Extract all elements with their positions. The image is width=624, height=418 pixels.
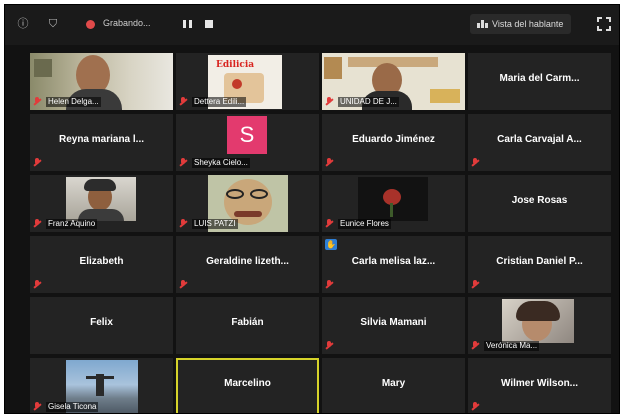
speaker-view-label: Vista del hablante xyxy=(492,19,564,29)
recording-label: Grabando... xyxy=(103,18,151,28)
participant-name: Verónica Ma... xyxy=(484,340,540,351)
participant-name: Maria del Carm... xyxy=(499,73,580,84)
fullscreen-icon[interactable] xyxy=(597,17,611,31)
stop-recording-button[interactable] xyxy=(205,20,213,28)
avatar: S xyxy=(212,116,282,154)
participant-name: Geraldine lizeth... xyxy=(206,256,289,267)
security-shield-icon[interactable]: ⛉ xyxy=(45,16,61,32)
participant-name: LUIS PATZI xyxy=(192,218,238,229)
participant-tile[interactable]: S Sheyka Cielo... xyxy=(176,114,319,171)
participant-name: UNIDAD DE J... xyxy=(338,96,399,107)
muted-mic-icon xyxy=(325,158,335,167)
participant-tile[interactable]: Edilicia Dettera Edili... xyxy=(176,53,319,110)
participant-name: Cristian Daniel P... xyxy=(496,256,583,267)
participant-video xyxy=(502,299,574,343)
participant-tile[interactable]: Helen Delga... xyxy=(30,53,173,110)
muted-mic-icon xyxy=(179,280,189,289)
speaker-view-button[interactable]: Vista del hablante xyxy=(470,14,572,34)
participant-name: Eduardo Jiménez xyxy=(352,134,435,145)
participant-tile[interactable]: Elizabeth xyxy=(30,236,173,293)
muted-mic-icon xyxy=(33,280,43,289)
muted-mic-icon xyxy=(33,219,43,228)
logo-text: Edilicia xyxy=(216,60,255,70)
participant-tile[interactable]: LUIS PATZI xyxy=(176,175,319,232)
participant-name: Reyna mariana l... xyxy=(58,134,145,145)
raised-hand-icon: ✋ xyxy=(325,239,337,250)
participant-name: Eunice Flores xyxy=(338,218,391,229)
participant-name: Dettera Edili... xyxy=(192,96,247,107)
muted-mic-icon xyxy=(471,280,481,289)
participant-tile[interactable]: Carla Carvajal A... xyxy=(468,114,611,171)
participant-name: Carla melisa laz... xyxy=(351,256,436,267)
participant-name: Wilmer Wilson... xyxy=(500,378,579,389)
participant-name: Mary xyxy=(381,378,406,389)
recording-icon xyxy=(86,20,95,29)
participant-name: Fabián xyxy=(231,317,264,328)
participant-tile[interactable]: Gisela Ticona xyxy=(30,358,173,413)
participant-tile[interactable]: Eduardo Jiménez xyxy=(322,114,465,171)
participant-name: Helen Delga... xyxy=(46,96,101,107)
participant-tile[interactable]: Geraldine lizeth... xyxy=(176,236,319,293)
muted-mic-icon xyxy=(325,97,335,106)
participant-video xyxy=(358,177,428,221)
participant-tile[interactable]: Silvia Mamani xyxy=(322,297,465,354)
participant-name: Marcelino xyxy=(224,378,271,389)
participant-tile[interactable]: Felix xyxy=(30,297,173,354)
participant-tile[interactable]: Jose Rosas xyxy=(468,175,611,232)
muted-mic-icon xyxy=(33,97,43,106)
participant-name: Silvia Mamani xyxy=(360,317,427,328)
participant-tile[interactable]: ✋ Carla melisa laz... xyxy=(322,236,465,293)
muted-mic-icon xyxy=(179,158,189,167)
participant-video xyxy=(66,177,136,221)
meeting-window: ⓘ ⛉ Grabando... Vista del hablante Helen… xyxy=(4,4,620,414)
speaker-view-icon xyxy=(477,20,488,28)
participant-name: Sheyka Cielo... xyxy=(192,157,250,168)
info-icon[interactable]: ⓘ xyxy=(15,16,31,32)
participant-tile[interactable]: Maria del Carm... xyxy=(468,53,611,110)
muted-mic-icon xyxy=(471,341,481,350)
muted-mic-icon xyxy=(471,402,481,411)
muted-mic-icon xyxy=(33,158,43,167)
muted-mic-icon xyxy=(325,280,335,289)
muted-mic-icon xyxy=(471,158,481,167)
participant-name: Carla Carvajal A... xyxy=(497,134,582,145)
participant-grid: Helen Delga... Edilicia Dettera Edili...… xyxy=(30,53,611,413)
participant-tile[interactable]: Wilmer Wilson... xyxy=(468,358,611,413)
participant-name: Felix xyxy=(90,317,113,328)
muted-mic-icon xyxy=(325,341,335,350)
avatar-letter: S xyxy=(227,116,267,154)
participant-tile[interactable]: UNIDAD DE J... xyxy=(322,53,465,110)
muted-mic-icon xyxy=(33,402,43,411)
top-toolbar: ⓘ ⛉ Grabando... Vista del hablante xyxy=(5,5,619,45)
participant-tile[interactable]: Mary xyxy=(322,358,465,413)
participant-name: Jose Rosas xyxy=(511,195,568,206)
muted-mic-icon xyxy=(179,97,189,106)
participant-tile-active-speaker[interactable]: Marcelino xyxy=(176,358,319,413)
participant-name: Franz Aquino xyxy=(46,218,98,229)
participant-tile[interactable]: Eunice Flores xyxy=(322,175,465,232)
participant-tile[interactable]: Verónica Ma... xyxy=(468,297,611,354)
muted-mic-icon xyxy=(325,219,335,228)
pause-recording-button[interactable] xyxy=(181,18,195,30)
muted-mic-icon xyxy=(179,219,189,228)
participant-tile[interactable]: Franz Aquino xyxy=(30,175,173,232)
participant-tile[interactable]: Reyna mariana l... xyxy=(30,114,173,171)
participant-name: Gisela Ticona xyxy=(46,401,99,412)
participant-name: Elizabeth xyxy=(79,256,124,267)
participant-tile[interactable]: Cristian Daniel P... xyxy=(468,236,611,293)
participant-tile[interactable]: Fabián xyxy=(176,297,319,354)
